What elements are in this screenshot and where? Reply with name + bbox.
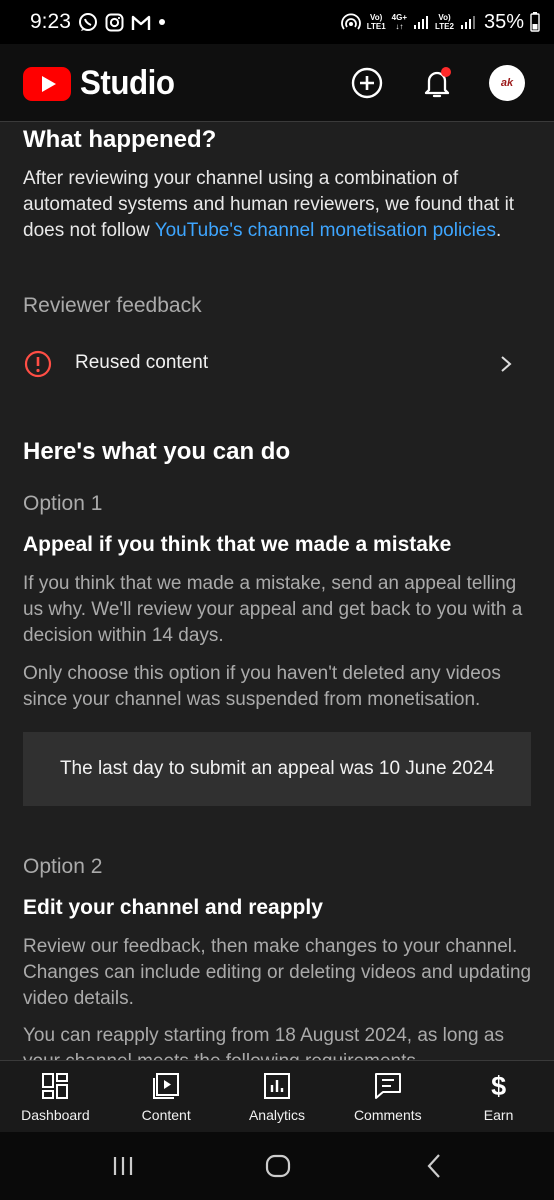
notifications-button[interactable]	[420, 66, 454, 100]
option2-text: Review our feedback, then make changes t…	[23, 936, 532, 1009]
what-you-can-do-title: Here's what you can do	[23, 438, 291, 465]
alert-circle-icon	[24, 350, 52, 378]
studio-logo[interactable]: Studio	[23, 64, 183, 103]
nav-dashboard-label: Dashboard	[21, 1107, 90, 1123]
option2-title: Edit your channel and reapply	[23, 896, 323, 919]
recent-apps-icon	[113, 1157, 133, 1175]
nav-earn[interactable]: $ Earn	[443, 1061, 554, 1132]
youtube-logo-icon	[23, 66, 71, 101]
analytics-icon	[262, 1070, 292, 1102]
appeal-deadline-notice: The last day to submit an appeal was 10 …	[23, 732, 531, 806]
option2-reapply-text: You can reapply starting from 18 August …	[23, 1025, 504, 1060]
option1-title: Appeal if you think that we made a mista…	[23, 533, 452, 556]
main-content[interactable]: What happened? After reviewing your chan…	[0, 122, 554, 1060]
net-type-label: 4G+ ↓↑	[391, 13, 407, 31]
back-button[interactable]	[414, 1150, 454, 1182]
sim2-label: Vo) LTE2	[435, 13, 454, 31]
bell-icon	[424, 67, 451, 98]
dashboard-icon	[40, 1070, 70, 1102]
whatsapp-icon	[78, 12, 98, 32]
nav-analytics[interactable]: Analytics	[222, 1061, 333, 1132]
feedback-item-label: Reused content	[75, 352, 209, 373]
app-name: Studio	[80, 64, 175, 102]
what-happened-text: After reviewing your channel using a com…	[23, 168, 515, 241]
signal2-icon	[460, 14, 476, 30]
nav-content[interactable]: Content	[111, 1061, 222, 1132]
reviewer-feedback-label: Reviewer feedback	[23, 294, 202, 317]
hotspot-icon	[340, 12, 361, 32]
option1-label: Option 1	[23, 492, 103, 515]
battery-percent: 35%	[483, 10, 524, 33]
sim1-label: Vo) LTE1	[366, 13, 386, 31]
signal1-icon	[413, 14, 429, 30]
earn-icon: $	[491, 1070, 507, 1101]
create-button[interactable]	[350, 66, 384, 100]
recent-apps-button[interactable]	[103, 1150, 143, 1182]
add-circle-icon	[351, 67, 383, 99]
app-header: Studio ak	[0, 44, 554, 122]
nav-earn-label: Earn	[483, 1107, 514, 1123]
home-button[interactable]	[258, 1150, 298, 1182]
nav-comments[interactable]: Comments	[332, 1061, 443, 1132]
home-icon	[265, 1154, 291, 1178]
what-happened-title: What happened?	[23, 126, 217, 153]
gmail-icon	[131, 14, 151, 31]
status-bar: 9:23 Vo) LTE1 4G+ ↓↑ Vo) LTE2 35%	[0, 0, 554, 44]
chevron-right-icon	[501, 356, 512, 372]
comments-icon	[373, 1070, 403, 1102]
feedback-item-reused-content[interactable]: Reused content	[0, 340, 554, 388]
battery-icon	[530, 12, 540, 32]
option1-text: If you think that we made a mistake, sen…	[23, 573, 523, 646]
avatar[interactable]: ak	[489, 65, 525, 101]
bottom-nav: Dashboard Content Analytics Comments $ E…	[0, 1060, 554, 1132]
instagram-icon	[105, 13, 124, 32]
option1-note: Only choose this option if you haven't d…	[23, 663, 501, 710]
content-icon	[151, 1070, 181, 1102]
back-icon	[427, 1154, 440, 1178]
nav-dashboard[interactable]: Dashboard	[0, 1061, 111, 1132]
notification-dot-icon	[158, 18, 166, 26]
nav-analytics-label: Analytics	[248, 1107, 305, 1123]
system-nav-bar	[0, 1132, 554, 1200]
nav-content-label: Content	[141, 1107, 191, 1123]
status-time: 9:23	[30, 10, 71, 33]
option2-label: Option 2	[23, 855, 103, 878]
nav-comments-label: Comments	[353, 1107, 422, 1123]
policy-link[interactable]: YouTube's channel monetisation policies	[155, 220, 496, 241]
